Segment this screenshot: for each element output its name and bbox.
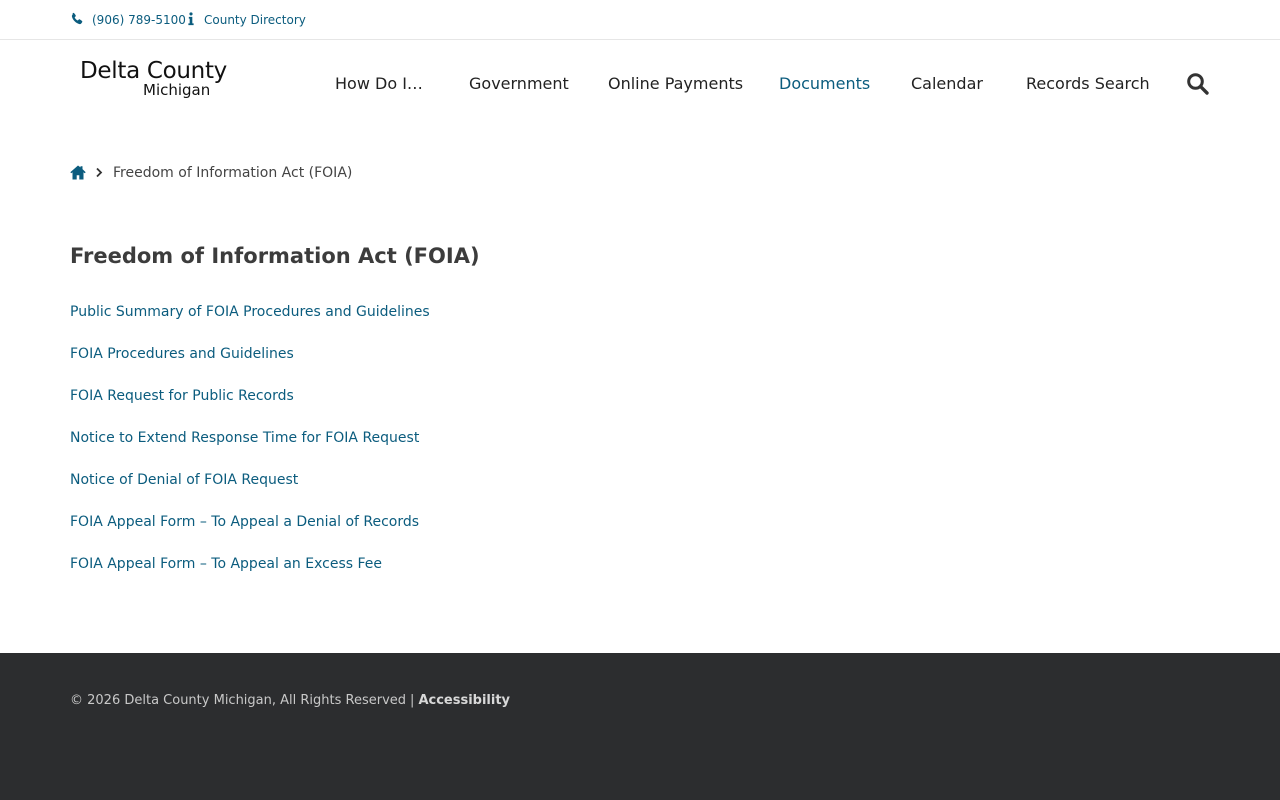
home-icon[interactable] — [70, 165, 86, 180]
list-item: FOIA Appeal Form – To Appeal an Excess F… — [70, 553, 430, 595]
doc-link[interactable]: Public Summary of FOIA Procedures and Gu… — [70, 304, 430, 320]
list-item: FOIA Procedures and Guidelines — [70, 343, 430, 385]
list-item: FOIA Appeal Form – To Appeal a Denial of… — [70, 511, 430, 553]
accessibility-link[interactable]: Accessibility — [418, 693, 510, 708]
doc-link[interactable]: FOIA Request for Public Records — [70, 388, 294, 404]
info-icon — [188, 12, 194, 26]
site-header: Delta County Michigan How Do I… Governme… — [0, 40, 1280, 126]
doc-link[interactable]: FOIA Appeal Form – To Appeal an Excess F… — [70, 556, 382, 572]
list-item: Notice of Denial of FOIA Request — [70, 469, 430, 511]
footer-copyright-line: © 2026 Delta County Michigan, All Rights… — [70, 692, 510, 710]
chevron-right-icon — [96, 167, 103, 178]
phone-link[interactable]: (906) 789-5100 — [92, 12, 186, 28]
site-footer: © 2026 Delta County Michigan, All Rights… — [0, 653, 1280, 800]
top-utility-bar: (906) 789-5100 County Directory — [0, 0, 1280, 40]
list-item: Public Summary of FOIA Procedures and Gu… — [70, 301, 430, 343]
nav-online-payments[interactable]: Online Payments — [608, 74, 743, 94]
doc-link[interactable]: Notice of Denial of FOIA Request — [70, 472, 298, 488]
nav-how-do-i[interactable]: How Do I… — [335, 74, 423, 94]
doc-link[interactable]: FOIA Procedures and Guidelines — [70, 346, 294, 362]
list-item: Notice to Extend Response Time for FOIA … — [70, 427, 430, 469]
page-title: Freedom of Information Act (FOIA) — [70, 244, 480, 268]
copyright-text: © 2026 Delta County Michigan, All Rights… — [70, 693, 407, 708]
nav-government[interactable]: Government — [469, 74, 569, 94]
nav-records-search[interactable]: Records Search — [1026, 74, 1150, 94]
breadcrumb-current: Freedom of Information Act (FOIA) — [113, 165, 353, 181]
doc-link[interactable]: Notice to Extend Response Time for FOIA … — [70, 430, 419, 446]
county-directory-link[interactable]: County Directory — [204, 12, 306, 28]
list-item: FOIA Request for Public Records — [70, 385, 430, 427]
search-icon[interactable] — [1186, 72, 1210, 96]
doc-link[interactable]: FOIA Appeal Form – To Appeal a Denial of… — [70, 514, 419, 530]
footer-separator: | — [410, 693, 415, 708]
document-link-list: Public Summary of FOIA Procedures and Gu… — [70, 301, 430, 595]
site-logo[interactable]: Delta County Michigan — [80, 58, 230, 104]
nav-documents[interactable]: Documents — [779, 74, 870, 94]
phone-icon — [71, 12, 83, 25]
nav-calendar[interactable]: Calendar — [911, 74, 983, 94]
logo-line-2: Michigan — [143, 81, 211, 99]
